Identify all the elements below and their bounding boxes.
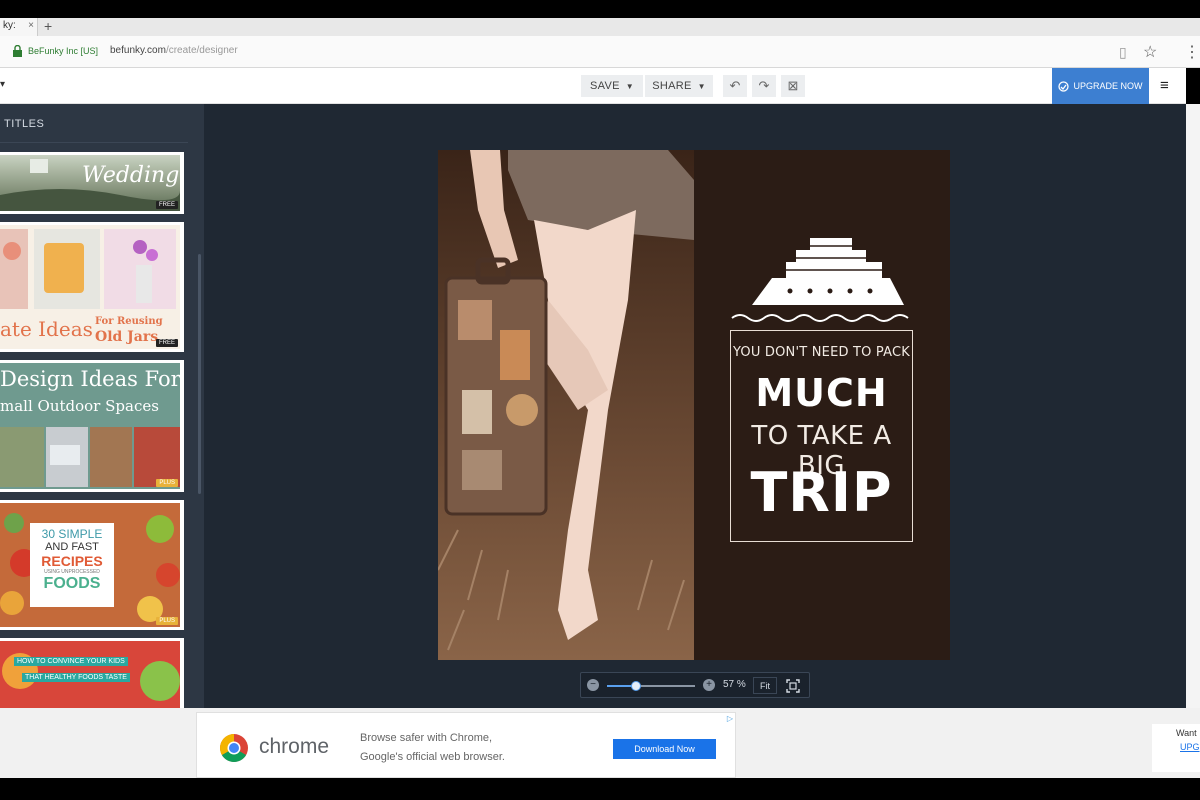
zoom-in-icon[interactable]: + (703, 679, 715, 691)
undo-icon[interactable]: ↶ (723, 75, 747, 97)
zoom-out-icon[interactable]: − (587, 679, 599, 691)
design-canvas[interactable]: YOU DON'T NEED TO PACK MUCH TO TAKE A BI… (204, 104, 1186, 708)
address-bar[interactable]: BeFunky Inc [US] befunky.com/create/desi… (0, 36, 1200, 68)
template-3-title-b: mall Outdoor Spaces (0, 397, 159, 415)
cruise-ship-icon[interactable] (694, 150, 950, 330)
share-label: SHARE (652, 80, 692, 92)
template-thumbnail-wedding[interactable]: Wedding FREE (0, 152, 184, 214)
zoom-slider[interactable] (607, 681, 695, 691)
template-thumbnail-recipes[interactable]: 30 SIMPLE AND FAST RECIPES USING UNPROCE… (0, 500, 184, 630)
chevron-down-icon[interactable]: ▾ (0, 79, 5, 90)
share-button[interactable]: SHARE ▼ (645, 75, 713, 97)
side-ad[interactable]: Want UPG (1152, 724, 1200, 772)
template-4-title-c: RECIPES (41, 553, 103, 569)
side-ad-link[interactable]: UPG (1180, 742, 1200, 752)
template-3-title-a: Design Ideas For (0, 367, 180, 391)
template-2-title-b: For Reusing (95, 316, 163, 327)
poster-text-panel: YOU DON'T NEED TO PACK MUCH TO TAKE A BI… (694, 150, 950, 660)
plus-badge: PLUS (156, 617, 178, 625)
template-5-title-a: HOW TO CONVINCE YOUR KIDS (14, 657, 128, 666)
tab-close-icon[interactable]: × (28, 20, 34, 31)
side-ad-text: Want (1176, 728, 1197, 738)
template-2-image (0, 229, 176, 309)
right-edge-panel (1186, 104, 1200, 708)
ad-copy: Browse safer with Chrome, Google's offic… (360, 729, 560, 767)
browser-tab[interactable]: ky: × (0, 18, 38, 36)
ad-area: chrome Browse safer with Chrome, Google'… (0, 708, 1200, 778)
upgrade-label: UPGRADE NOW (1073, 81, 1143, 91)
chrome-ad-banner[interactable]: chrome Browse safer with Chrome, Google'… (196, 712, 736, 778)
template-4-title-a: 30 SIMPLE (41, 527, 103, 541)
poster-line-2: MUCH (755, 371, 888, 415)
plus-badge: PLUS (156, 479, 178, 487)
ad-line-1: Browse safer with Chrome, (360, 732, 493, 744)
url-path: /create/designer (165, 45, 238, 56)
template-sidebar: TITLES Wedding FREE ate Ideas For Reusin… (0, 104, 204, 708)
template-1-title: Wedding (82, 163, 180, 188)
poster-line-1: YOU DON'T NEED TO PACK (733, 345, 910, 360)
sidebar-divider (0, 142, 188, 143)
poster-photo[interactable] (438, 150, 694, 660)
new-tab-icon[interactable]: + (44, 18, 52, 34)
template-2-title-a: ate Ideas (0, 317, 93, 341)
sidebar-scrollbar[interactable] (198, 254, 201, 494)
ad-line-2: Google's official web browser. (360, 751, 505, 763)
hamburger-menu-icon[interactable]: ≡ (1160, 77, 1169, 94)
template-4-title-e: FOODS (43, 575, 101, 592)
chrome-logo-icon (220, 734, 248, 762)
fit-button[interactable]: Fit (753, 677, 777, 694)
redo-icon[interactable]: ↷ (752, 75, 776, 97)
site-identity: BeFunky Inc [US] (28, 46, 99, 56)
headset-icon (1058, 80, 1070, 92)
share-caret-icon: ▼ (697, 81, 706, 91)
fullscreen-icon[interactable] (785, 678, 801, 694)
template-2-title-c: Old Jars (95, 329, 159, 345)
zoom-slider-handle[interactable] (631, 681, 642, 691)
bookmark-star-icon[interactable]: ☆ (1143, 42, 1157, 62)
tab-title: ky: (3, 20, 16, 31)
sidebar-title: TITLES (4, 118, 45, 130)
poster-line-4: TRIP (750, 461, 893, 524)
url-host: befunky.com (110, 45, 166, 56)
url-text[interactable]: befunky.com/create/designer (110, 45, 238, 56)
template-3-image (0, 427, 180, 487)
poster-design[interactable]: YOU DON'T NEED TO PACK MUCH TO TAKE A BI… (438, 150, 950, 660)
lock-icon (13, 45, 22, 57)
save-button[interactable]: SAVE ▼ (581, 75, 643, 97)
template-5-title-b: THAT HEALTHY FOODS TASTE (22, 673, 130, 682)
screen: ky: × + BeFunky Inc [US] befunky.com/cre… (0, 0, 1200, 800)
template-thumbnail-jars[interactable]: ate Ideas For Reusing Old Jars FREE (0, 222, 184, 352)
zoom-controls: − + 57 % Fit (580, 672, 810, 698)
upgrade-now-button[interactable]: UPGRADE NOW (1052, 68, 1149, 104)
template-thumbnail-healthy-foods[interactable]: HOW TO CONVINCE YOUR KIDS THAT HEALTHY F… (0, 638, 184, 708)
save-caret-icon: ▼ (625, 81, 634, 91)
ad-brand: chrome (259, 735, 330, 758)
ad-choices-icon[interactable]: ▷ (727, 714, 733, 723)
app-toolbar: ▾ SAVE ▼ SHARE ▼ ↶ ↷ ⊠ UPGRADE NOW ≡ (0, 68, 1186, 104)
close-canvas-icon[interactable]: ⊠ (781, 75, 805, 97)
zoom-percent: 57 % (723, 679, 746, 690)
free-badge: FREE (155, 339, 178, 347)
poster-text-box[interactable]: YOU DON'T NEED TO PACK MUCH TO TAKE A BI… (730, 330, 913, 542)
template-thumbnail-outdoor[interactable]: Design Ideas For mall Outdoor Spaces PLU… (0, 360, 184, 492)
browser-menu-icon[interactable]: ⋮ (1184, 42, 1200, 62)
download-now-button[interactable]: Download Now (613, 739, 716, 759)
template-4-title-b: AND FAST (45, 541, 99, 553)
reader-view-icon[interactable]: ▯ (1119, 44, 1127, 61)
save-label: SAVE (590, 80, 620, 92)
free-badge: FREE (155, 201, 178, 209)
browser-tab-bar: ky: × + (0, 18, 1200, 36)
